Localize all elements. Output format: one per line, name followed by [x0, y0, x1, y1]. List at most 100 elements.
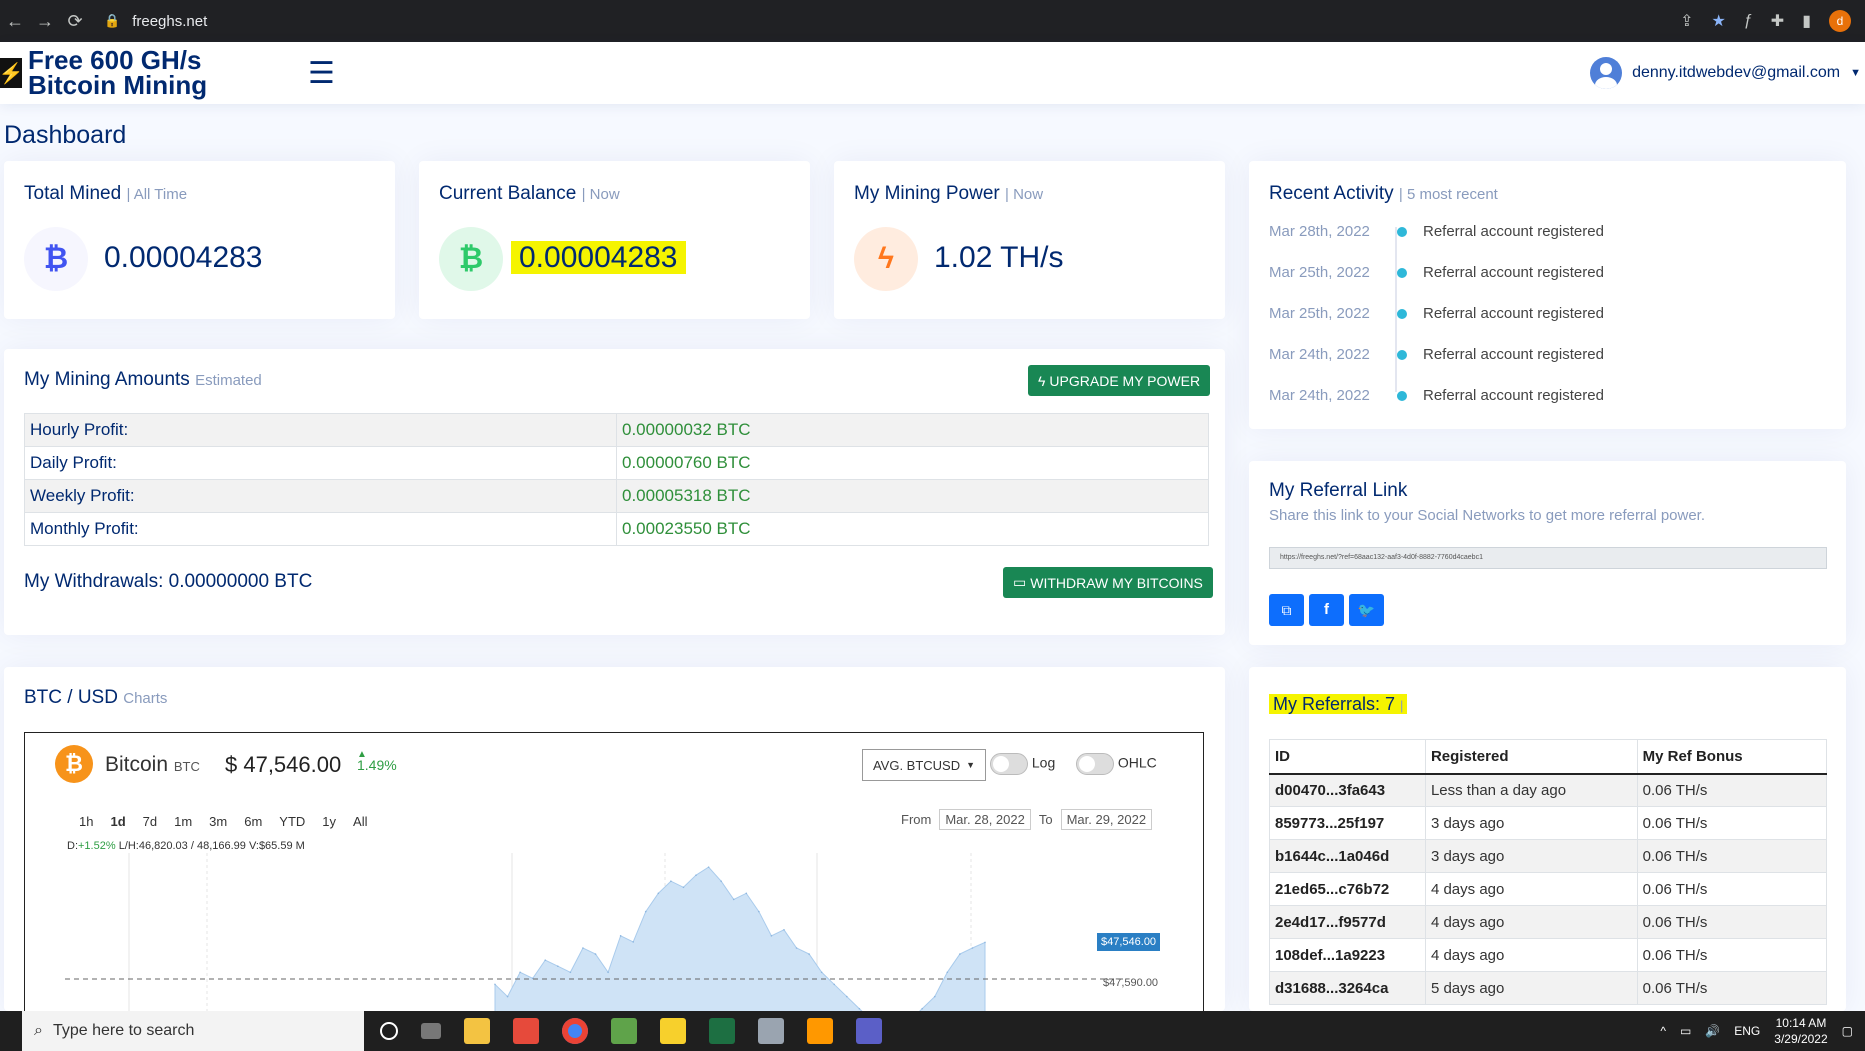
- range-option-3m[interactable]: 3m: [209, 814, 227, 829]
- user-menu[interactable]: denny.itdwebdev@gmail.com ▼: [1590, 57, 1861, 89]
- coin-price: $ 47,546.00: [225, 752, 342, 777]
- address-bar[interactable]: 🔒 freeghs.net: [104, 6, 1681, 36]
- site-logo-text[interactable]: Free 600 GH/s Bitcoin Mining: [28, 47, 248, 98]
- side-panel-icon[interactable]: ▮: [1802, 11, 1811, 31]
- taskbar-clock[interactable]: 10:14 AM 3/29/2022: [1774, 1015, 1827, 1047]
- range-option-ytd[interactable]: YTD: [279, 814, 305, 829]
- profit-row: Daily Profit: 0.00000760 BTC: [24, 446, 1209, 480]
- ohlc-toggle[interactable]: [1076, 753, 1114, 775]
- coin-name: Bitcoin: [105, 753, 169, 776]
- activity-text: Referral account registered: [1423, 305, 1604, 322]
- back-arrow-icon[interactable]: ←: [0, 11, 30, 32]
- referral-registered: 4 days ago: [1424, 905, 1638, 939]
- activity-text: Referral account registered: [1423, 223, 1604, 240]
- referrals-column-header: ID: [1269, 739, 1426, 775]
- windows-taskbar: ⌕ Type here to search ^ ▭ 🔊 ENG 10:14 AM…: [0, 1011, 1865, 1051]
- upgrade-power-button[interactable]: ϟ UPGRADE MY POWER: [1028, 365, 1211, 396]
- facebook-share-button[interactable]: f: [1309, 594, 1344, 626]
- network-icon[interactable]: ▭: [1680, 1024, 1691, 1038]
- range-option-1m[interactable]: 1m: [174, 814, 192, 829]
- referral-registered: Less than a day ago: [1424, 773, 1638, 807]
- timeline-dot-icon: [1397, 390, 1407, 401]
- file-explorer-icon[interactable]: [464, 1018, 490, 1044]
- referrals-table: ID Registered My Ref Bonus d00470...3fa643…: [1269, 739, 1828, 1005]
- referral-link-input[interactable]: https://freeghs.net/?ref=68aac132-aaf3-4…: [1269, 547, 1827, 569]
- bitcoin-icon: ₿: [439, 227, 503, 291]
- profile-avatar-icon[interactable]: d: [1829, 10, 1851, 32]
- copy-link-button[interactable]: ⧉: [1269, 594, 1304, 626]
- share-icon[interactable]: ⇪: [1680, 11, 1693, 31]
- logo-icon[interactable]: ⚡: [0, 58, 23, 88]
- range-option-1d[interactable]: 1d: [110, 814, 125, 829]
- card-subtitle: | Now: [581, 186, 620, 203]
- referrals-column-header: Registered: [1424, 739, 1638, 775]
- range-option-1y[interactable]: 1y: [322, 814, 336, 829]
- referral-bonus: 0.06 TH/s: [1636, 773, 1828, 807]
- up-arrow-icon: ▲: [357, 749, 367, 760]
- card-subtitle: | All Time: [126, 186, 188, 203]
- price-point: [820, 971, 823, 974]
- notifications-icon[interactable]: ▢: [1842, 1024, 1853, 1038]
- range-option-1h[interactable]: 1h: [79, 814, 93, 829]
- extension-fx-icon[interactable]: ƒ: [1744, 12, 1753, 30]
- mining-power-card: My Mining Power | Now ϟ 1.02 TH/s: [834, 161, 1225, 319]
- language-indicator[interactable]: ENG: [1734, 1024, 1760, 1038]
- excel-icon[interactable]: [709, 1018, 735, 1044]
- profit-value: 0.00000760 BTC: [616, 446, 1209, 480]
- profit-label: Monthly Profit:: [24, 512, 617, 546]
- recent-activity-card: Recent Activity | 5 most recent Mar 28th…: [1249, 161, 1846, 429]
- taskbar-search[interactable]: ⌕ Type here to search: [22, 1011, 364, 1051]
- avg-btcusd-select[interactable]: AVG. BTCUSD ▼: [862, 749, 986, 781]
- table-row: b1644c...1a046d 3 days ago 0.06 TH/s: [1269, 839, 1828, 873]
- extensions-puzzle-icon[interactable]: ✚: [1771, 11, 1784, 31]
- withdraw-bitcoins-button[interactable]: ▭ WITHDRAW MY BITCOINS: [1003, 567, 1213, 598]
- activity-item: Mar 25th, 2022 Referral account registere…: [1269, 305, 1604, 322]
- price-area-chart[interactable]: [25, 853, 1204, 1011]
- price-point: [657, 892, 660, 895]
- current-balance-value: 0.00004283: [511, 241, 686, 274]
- profit-label: Daily Profit:: [24, 446, 617, 480]
- referral-bonus: 0.06 TH/s: [1636, 872, 1828, 906]
- volume-icon[interactable]: 🔊: [1705, 1024, 1720, 1038]
- caret-down-icon: ▼: [1850, 67, 1861, 79]
- teams-icon[interactable]: [856, 1018, 882, 1044]
- clover-app-icon[interactable]: [611, 1018, 637, 1044]
- price-point: [632, 941, 635, 943]
- task-view-icon[interactable]: [421, 1023, 441, 1039]
- forward-arrow-icon[interactable]: →: [30, 11, 60, 32]
- wallet-icon: ▭: [1013, 574, 1027, 590]
- timeline-dot-icon: [1397, 226, 1407, 237]
- referral-link-card: My Referral Link Share this link to your…: [1249, 461, 1846, 645]
- activity-date: Mar 25th, 2022: [1269, 305, 1370, 322]
- twitter-share-button[interactable]: 🐦: [1349, 594, 1384, 626]
- total-mined-value: 0.00004283: [104, 241, 263, 274]
- profit-table: Hourly Profit: 0.00000032 BTC Daily Profit…: [24, 413, 1209, 546]
- profit-value: 0.00023550 BTC: [616, 512, 1209, 546]
- log-toggle[interactable]: [990, 753, 1028, 775]
- lock-icon: 🔒: [104, 13, 121, 28]
- activity-text: Referral account registered: [1423, 387, 1604, 404]
- to-date-input[interactable]: Mar. 29, 2022: [1060, 809, 1153, 830]
- range-selector: 1h 1d 7d 1m 3m 6m YTD 1y All: [79, 813, 384, 831]
- app-window-icon[interactable]: [758, 1018, 784, 1044]
- app-red-icon[interactable]: [513, 1018, 539, 1044]
- tray-chevron-icon[interactable]: ^: [1660, 1024, 1666, 1038]
- from-date-input[interactable]: Mar. 28, 2022: [939, 809, 1031, 830]
- menu-toggle-icon[interactable]: ☰: [308, 56, 335, 91]
- referral-id: b1644c...1a046d: [1269, 839, 1426, 873]
- range-option-all[interactable]: All: [353, 814, 367, 829]
- range-option-7d[interactable]: 7d: [143, 814, 157, 829]
- price-point: [594, 953, 597, 955]
- cortana-icon[interactable]: [380, 1022, 398, 1040]
- price-point: [858, 1007, 861, 1010]
- range-option-6m[interactable]: 6m: [244, 814, 262, 829]
- chrome-icon[interactable]: [562, 1018, 588, 1044]
- mining-power-value: 1.02 TH/s: [934, 241, 1064, 274]
- sublime-text-icon[interactable]: [807, 1018, 833, 1044]
- card-subtitle: Estimated: [195, 372, 262, 389]
- bookmark-star-icon[interactable]: ★: [1712, 11, 1726, 31]
- chart-widget: ₿ Bitcoin BTC $ 47,546.00 ▲ 1.49% AVG. B…: [24, 732, 1204, 1011]
- reload-icon[interactable]: ⟳: [60, 11, 90, 32]
- table-row: 2e4d17...f9577d 4 days ago 0.06 TH/s: [1269, 905, 1828, 939]
- sticky-notes-icon[interactable]: [660, 1018, 686, 1044]
